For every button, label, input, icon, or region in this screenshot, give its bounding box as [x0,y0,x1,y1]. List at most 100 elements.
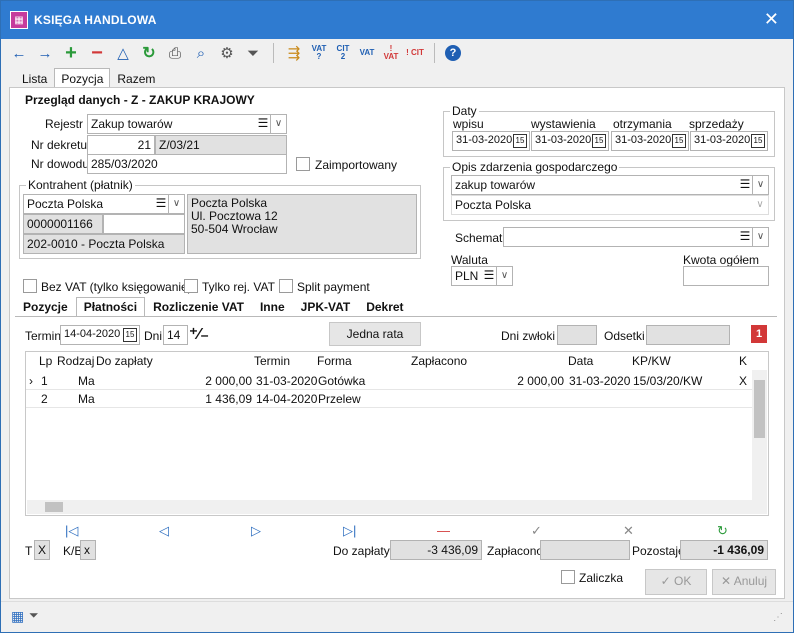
tab-jpk-vat[interactable]: JPK-VAT [293,297,359,317]
vat-question-icon[interactable]: VAT ? [310,43,328,63]
t-label: T [25,544,33,558]
list-icon[interactable]: ☰ [483,267,495,285]
calendar-icon[interactable]: 15 [123,328,137,342]
first-record-icon[interactable]: |◁ [65,523,78,539]
zvat-icon[interactable]: VAT [358,43,376,63]
nr-dowodu-field[interactable]: 285/03/2020 [87,154,287,174]
bez-vat-checkbox[interactable] [23,279,37,293]
kontrahent-select[interactable]: Poczta Polska ☰ ∨ [23,194,185,214]
chevron-down-icon[interactable]: ∨ [270,115,286,133]
col-forma[interactable]: Forma [317,354,352,368]
print-icon[interactable]: ⎙ [165,43,185,63]
kontrahent-extra-field[interactable] [103,214,185,234]
check-icon: ✓ [660,574,675,588]
col-rodzaj[interactable]: Rodzaj [57,354,94,368]
anuluj-button[interactable]: ✕ Anuluj [712,569,776,595]
col-do-zaplaty[interactable]: Do zapłaty [96,354,153,368]
next-record-icon[interactable]: ▷ [251,523,261,539]
bookmark-icon[interactable]: ⇶ [284,43,304,63]
jedna-rata-button[interactable]: Jedna rata [329,322,421,346]
last-record-icon[interactable]: ▷| [343,523,356,539]
calendar-alert-icon[interactable]: 1 [751,325,767,343]
tab-pozycje[interactable]: Pozycje [15,297,76,317]
chevron-down-icon[interactable]: ∨ [752,196,768,214]
col-kpkw[interactable]: KP/KW [632,354,671,368]
gear-icon[interactable]: ⚙ [217,43,237,63]
remove-icon[interactable]: − [87,42,107,64]
col-k[interactable]: K [739,354,747,368]
date-wystawienia-field[interactable]: 31-03-2020 15 [531,131,609,151]
cit-alert-icon[interactable]: ! CIT [406,43,424,63]
rejestr-select[interactable]: Zakup towarów ☰ ∨ [87,114,287,134]
col-zaplacono[interactable]: Zapłacono [411,354,467,368]
list-icon[interactable]: ☰ [155,195,167,213]
pozostaje-label: Pozostaje [632,544,685,558]
col-lp[interactable]: Lp [39,354,52,368]
date-label-sprzedazy: sprzedaży [689,117,744,131]
bez-vat-label: Bez VAT (tylko księgowanie) [41,280,192,294]
row-selector-icon[interactable]: › [29,374,33,388]
waluta-select[interactable]: PLN ☰ ∨ [451,266,513,286]
tab-inne[interactable]: Inne [252,297,293,317]
chevron-down-icon[interactable]: ∨ [752,228,768,246]
kwota-field[interactable] [683,266,769,286]
cancel-record-icon[interactable]: ✕ [623,523,634,539]
vertical-scroll-thumb[interactable] [754,380,765,438]
refresh-record-icon[interactable]: ↻ [717,523,728,539]
confirm-record-icon[interactable]: ✓ [531,523,542,539]
split-payment-checkbox[interactable] [279,279,293,293]
forward-icon[interactable]: → [35,43,55,63]
tab-dekret[interactable]: Dekret [358,297,411,317]
opis-select[interactable]: zakup towarów ☰ ∨ [451,175,769,195]
warning-icon[interactable]: △ [113,43,133,63]
prev-record-icon[interactable]: ◁ [159,523,169,539]
col-termin[interactable]: Termin [254,354,290,368]
date-wpisu-field[interactable]: 31-03-2020 15 [452,131,530,151]
tab-platnosci[interactable]: Płatności [75,297,146,317]
ok-button[interactable]: ✓ OK [645,569,707,595]
horizontal-scrollbar[interactable] [27,500,767,514]
filter-icon[interactable]: ⏷ [243,43,263,63]
calendar-icon[interactable]: 15 [672,134,686,148]
cell-zaplacono: 2 000,00 [517,374,564,388]
do-zaplaty-field: -3 436,09 [390,540,482,560]
calendar-icon[interactable]: 15 [592,134,606,148]
termin-field[interactable]: 14-04-2020 15 [60,325,140,345]
status-bar: ▦ ⏷ ⋰ [1,601,793,631]
cit2-icon[interactable]: CIT 2 [334,43,352,63]
search-icon[interactable]: ⌕ [191,43,211,63]
list-icon[interactable]: ☰ [739,176,751,194]
filter-settings-icon[interactable]: ⏷ [29,608,39,623]
close-icon[interactable]: ✕ [764,9,779,30]
tab-rozliczenie-vat[interactable]: Rozliczenie VAT [145,297,252,317]
chevron-down-icon[interactable]: ∨ [168,195,184,213]
tylko-rej-vat-checkbox[interactable] [184,279,198,293]
table-row[interactable]: 2 Ma 1 436,09 14-04-2020 Przelew [26,390,754,408]
date-otrzymania-field[interactable]: 31-03-2020 15 [611,131,689,151]
table-icon[interactable]: ▦ [11,608,24,625]
date-sprzedazy-field[interactable]: 31-03-2020 15 [690,131,768,151]
vat-alert-icon[interactable]: ! VAT [382,43,400,63]
table-row[interactable]: › 1 Ma 2 000,00 31-03-2020 Gotówka 2 000… [26,372,754,390]
add-icon[interactable]: + [61,42,81,64]
chevron-down-icon[interactable]: ∨ [496,267,512,285]
help-icon[interactable]: ? [445,45,461,61]
chevron-down-icon[interactable]: ∨ [752,176,768,194]
calendar-icon[interactable]: 15 [751,134,765,148]
waluta-value: PLN [455,269,479,283]
back-icon[interactable]: ← [9,43,29,63]
resize-grip-icon[interactable]: ⋰ [773,612,783,623]
refresh-icon[interactable]: ↻ [139,43,159,63]
zaimportowany-checkbox[interactable] [296,157,310,171]
dni-field[interactable]: 14 [163,325,188,345]
opis-second-field[interactable]: Poczta Polska ∨ [451,195,769,215]
delete-record-icon[interactable]: — [437,523,450,538]
zaliczka-checkbox[interactable] [561,570,575,584]
horizontal-scroll-thumb[interactable] [45,502,63,512]
calendar-icon[interactable]: 15 [513,134,527,148]
calculator-icon[interactable]: ⁺∕₋ [189,325,209,345]
schemat-select[interactable]: ☰ ∨ [503,227,769,247]
list-icon[interactable]: ☰ [739,228,751,246]
col-data[interactable]: Data [568,354,593,368]
list-icon[interactable]: ☰ [257,115,269,133]
